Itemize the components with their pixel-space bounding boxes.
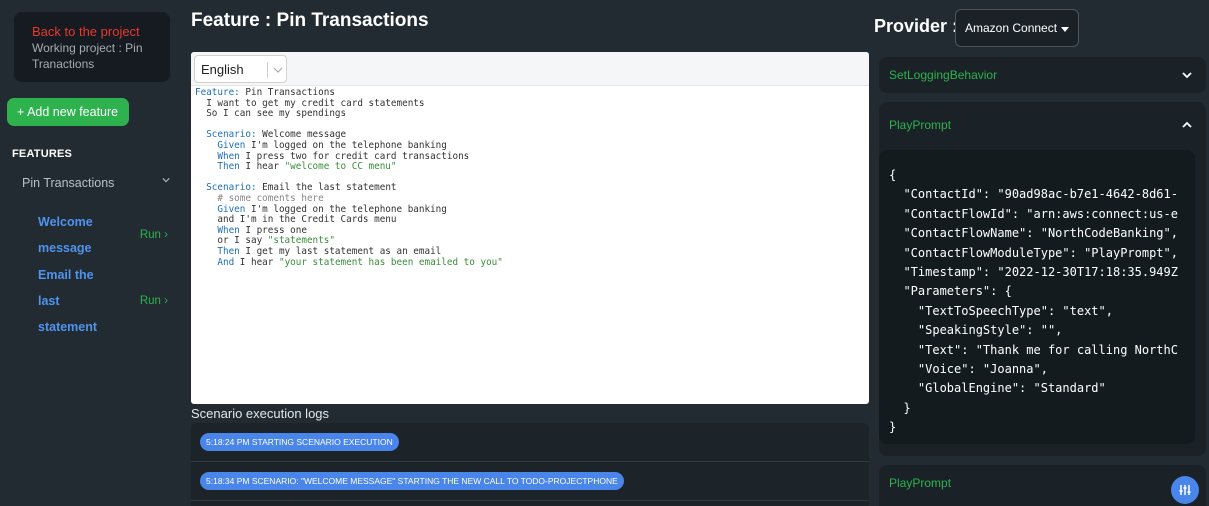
log-entry: 5:18:34 PM SCENARIO: "WELCOME MESSAGE" S… <box>200 472 624 490</box>
code-line: Then I hear "welcome to CC menu" <box>195 161 865 173</box>
chevron-down-icon <box>1182 72 1192 79</box>
editor-toolbar: English <box>191 52 869 86</box>
accordion-playprompt-2[interactable]: PlayPrompt <box>879 465 1206 506</box>
run-button[interactable]: Run › <box>140 229 168 241</box>
code-token: Feature: <box>195 87 240 98</box>
sidebar: Back to the project Working project : Pi… <box>0 0 182 506</box>
feature-item-pin-transactions[interactable]: Pin Transactions <box>22 176 170 190</box>
code-line: And I hear "your statement has been emai… <box>195 256 865 269</box>
code-token: I hear <box>239 161 285 173</box>
code-token: "statements" <box>267 235 335 247</box>
code-token: I get my last statement as an email <box>239 245 442 257</box>
json-line: "SpeakingStyle": "", <box>889 323 1063 338</box>
code-token: Scenario: <box>195 129 257 141</box>
json-line: "ContactFlowModuleType": "PlayPrompt", <box>889 245 1178 260</box>
caret-down-icon <box>1061 26 1070 32</box>
accordion-title: PlayPrompt <box>889 476 952 490</box>
log-row: 5:18:34 PM SCENARIO: "WELCOME MESSAGE" S… <box>191 462 869 501</box>
feature-item-label: Pin Transactions <box>22 176 115 190</box>
logs-title: Scenario execution logs <box>191 406 330 421</box>
sliders-icon <box>1179 485 1191 495</box>
json-line: "ContactId": "90ad98ac-b7e1-4642-8d61- <box>889 187 1178 202</box>
provider-value: Amazon Connect <box>965 21 1058 35</box>
code-token: I press two for credit card transactions <box>239 150 470 162</box>
code-token: So I can see my spendings <box>195 108 347 120</box>
json-line: "GlobalEngine": "Standard" <box>889 381 1106 396</box>
json-line: "TextToSpeechType": "text", <box>889 303 1113 318</box>
json-line: "ContactFlowId": "arn:aws:connect:us-e <box>889 206 1178 221</box>
logs-panel: 5:18:24 PM STARTING SCENARIO EXECUTION 5… <box>191 423 869 506</box>
back-card: Back to the project Working project : Pi… <box>14 12 170 82</box>
code-token: When <box>195 150 240 162</box>
code-editor[interactable]: English Feature: Pin Transactions I want… <box>191 52 869 404</box>
code-token: I want to get my credit card statements <box>195 97 425 109</box>
json-line: "Parameters": { <box>889 284 1012 299</box>
log-entry: 5:18:24 PM STARTING SCENARIO EXECUTION <box>200 433 399 451</box>
gherkin-code[interactable]: Feature: Pin Transactions I want to get … <box>191 86 869 270</box>
json-line: "Timestamp": "2022-12-30T17:18:35.949Z <box>889 264 1178 279</box>
run-label: Run <box>139 229 161 241</box>
provider-dropdown[interactable]: Amazon Connect <box>955 9 1079 47</box>
code-token: or I say <box>195 235 268 247</box>
code-token: I'm logged on the telephone banking <box>245 203 447 215</box>
scenario-item-email[interactable]: Email the last statement Run › <box>38 262 168 340</box>
accordion-title[interactable]: PlayPrompt <box>889 118 951 132</box>
add-new-feature-button[interactable]: + Add new feature <box>7 98 129 126</box>
settings-sliders-button[interactable] <box>1171 476 1199 504</box>
run-button[interactable]: Run › <box>140 295 168 307</box>
language-value: English <box>201 61 244 77</box>
code-token: Pin Transactions <box>239 87 335 98</box>
select-divider <box>267 62 268 78</box>
scenario-name: Email the last statement <box>38 268 98 334</box>
accordion-title: SetLoggingBehavior <box>889 68 998 82</box>
code-token: Given <box>195 139 246 151</box>
code-token: # some coments here <box>195 192 324 204</box>
json-line: } <box>889 400 911 415</box>
json-line: "ContactFlowName": "NorthCodeBanking", <box>889 226 1178 241</box>
code-token: Then <box>195 161 240 173</box>
code-token: I hear <box>234 256 279 268</box>
chevron-up-icon[interactable] <box>1182 120 1192 130</box>
code-line: So I can see my spendings <box>195 108 865 120</box>
json-line: "Text": "Thank me for calling NorthC <box>889 342 1178 357</box>
accordion-setloggingbehavior[interactable]: SetLoggingBehavior <box>879 57 1206 93</box>
code-token: Email the last statement <box>256 182 397 194</box>
language-select[interactable]: English <box>194 55 287 83</box>
json-payload: { "ContactId": "90ad98ac-b7e1-4642-8d61-… <box>879 150 1195 444</box>
chevron-down-icon <box>273 67 283 73</box>
working-project-label: Working project : Pin Tranactions <box>32 41 143 71</box>
json-line: { <box>889 168 897 182</box>
provider-label: Provider : <box>874 16 959 36</box>
code-token: And <box>195 256 235 268</box>
scenario-name: Welcome message <box>38 215 93 255</box>
back-to-project-link[interactable]: Back to the project <box>32 24 152 39</box>
features-heading: FEATURES <box>12 148 73 160</box>
code-token: I'm logged on the telephone banking <box>245 139 447 151</box>
page-title: Feature : Pin Transactions <box>191 10 429 31</box>
code-token: Given <box>195 203 246 215</box>
json-line: } <box>889 420 897 435</box>
code-token: I press one <box>239 224 307 236</box>
code-token: Then <box>195 245 240 257</box>
run-label: Run <box>139 295 161 307</box>
code-token: and I'm in the Credit Cards menu <box>195 214 397 226</box>
code-token: Scenario: <box>195 182 257 194</box>
scenario-item-welcome[interactable]: Welcome message Run › <box>38 209 168 261</box>
log-row: 5:18:24 PM STARTING SCENARIO EXECUTION <box>191 423 869 462</box>
code-token: When <box>195 224 240 236</box>
code-token: "welcome to CC menu" <box>284 161 397 173</box>
chevron-down-icon <box>162 178 170 183</box>
code-token: "your statement has been emailed to you" <box>278 256 503 268</box>
json-line: "Voice": "Joanna", <box>889 361 1048 376</box>
code-token: Welcome message <box>256 129 347 141</box>
